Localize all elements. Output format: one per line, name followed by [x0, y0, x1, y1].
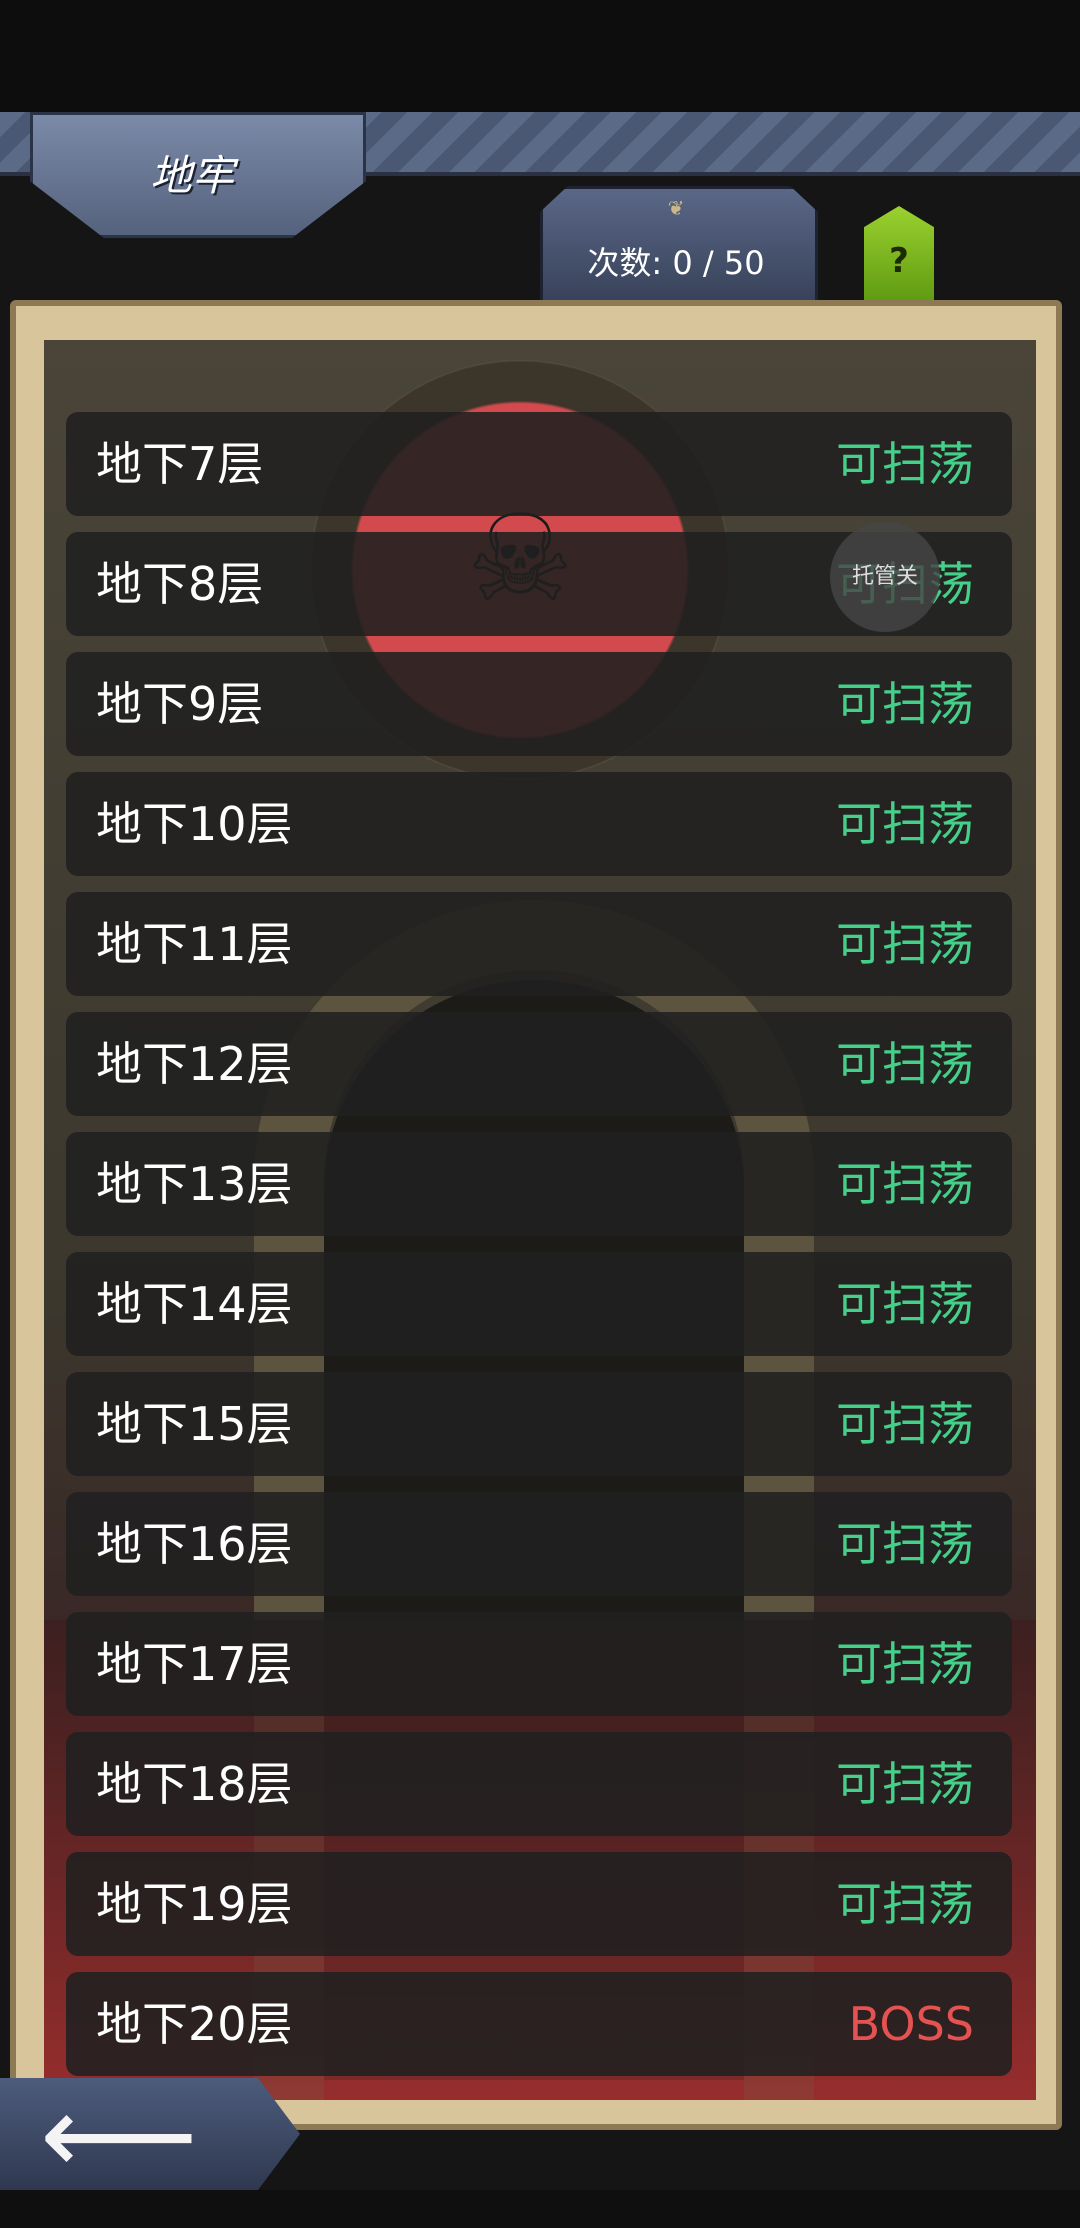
- floor-name: 地下17层: [96, 1637, 293, 1691]
- sweep-status: 可扫荡: [836, 1757, 974, 1811]
- sweep-status: 可扫荡: [836, 1517, 974, 1571]
- floor-row[interactable]: 地下16层 可扫荡: [66, 1492, 1012, 1596]
- floor-row[interactable]: 地下17层 可扫荡: [66, 1612, 1012, 1716]
- sweep-status: 可扫荡: [836, 1637, 974, 1691]
- floor-name: 地下20层: [96, 1997, 293, 2051]
- auto-control-button[interactable]: 托管关: [830, 522, 940, 632]
- floor-row[interactable]: 地下12层 可扫荡: [66, 1012, 1012, 1116]
- floor-name: 地下7层: [96, 437, 264, 491]
- sweep-status: 可扫荡: [836, 437, 974, 491]
- top-status-area: [0, 0, 1080, 112]
- sweep-status: 可扫荡: [836, 917, 974, 971]
- floor-row[interactable]: 地下11层 可扫荡: [66, 892, 1012, 996]
- floor-row[interactable]: 地下14层 可扫荡: [66, 1252, 1012, 1356]
- back-arrow-icon: ⟵: [40, 2071, 198, 2199]
- sweep-status: 可扫荡: [836, 1157, 974, 1211]
- floor-name: 地下15层: [96, 1397, 293, 1451]
- sweep-status: 可扫荡: [836, 1277, 974, 1331]
- ornament-icon: ❦: [667, 196, 685, 220]
- floor-name: 地下11层: [96, 917, 293, 971]
- sweep-status: 可扫荡: [836, 1877, 974, 1931]
- floor-row[interactable]: 地下7层 可扫荡: [66, 412, 1012, 516]
- floor-row[interactable]: 地下20层 BOSS: [66, 1972, 1012, 2076]
- floor-name: 地下8层: [96, 557, 264, 611]
- sweep-status: 可扫荡: [836, 797, 974, 851]
- bottom-bar: [0, 2190, 1080, 2228]
- boss-label: BOSS: [848, 1997, 974, 2051]
- floor-row[interactable]: 地下9层 可扫荡: [66, 652, 1012, 756]
- floor-row[interactable]: 地下13层 可扫荡: [66, 1132, 1012, 1236]
- floor-name: 地下10层: [96, 797, 293, 851]
- sweep-status: 可扫荡: [836, 1397, 974, 1451]
- attempt-count: 次数: 0 / 50: [587, 244, 765, 282]
- floor-name: 地下14层: [96, 1277, 293, 1331]
- sweep-status: 可扫荡: [836, 677, 974, 731]
- floor-row[interactable]: 地下18层 可扫荡: [66, 1732, 1012, 1836]
- floor-name: 地下18层: [96, 1757, 293, 1811]
- floor-name: 地下19层: [96, 1877, 293, 1931]
- floor-name: 地下12层: [96, 1037, 293, 1091]
- floor-row[interactable]: 地下15层 可扫荡: [66, 1372, 1012, 1476]
- help-button[interactable]: ?: [864, 206, 934, 302]
- sweep-status: 可扫荡: [836, 1037, 974, 1091]
- floor-name: 地下9层: [96, 677, 264, 731]
- floor-name: 地下16层: [96, 1517, 293, 1571]
- floor-name: 地下13层: [96, 1157, 293, 1211]
- floor-row[interactable]: 地下10层 可扫荡: [66, 772, 1012, 876]
- page-title: 地牢: [150, 151, 235, 200]
- floor-row[interactable]: 地下19层 可扫荡: [66, 1852, 1012, 1956]
